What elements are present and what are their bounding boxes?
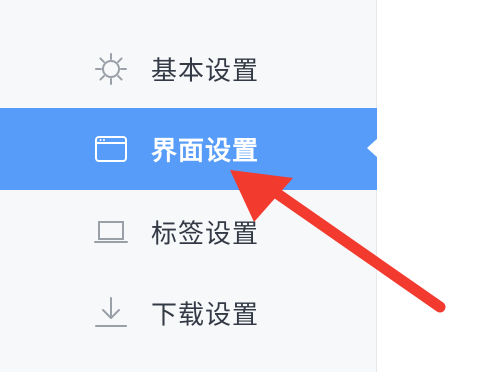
- sidebar-item-label: 下载设置: [151, 300, 260, 331]
- settings-sidebar: 基本设置 界面设置 标签设置 下载设置: [0, 0, 378, 372]
- sidebar-item-basic-settings[interactable]: 基本设置: [0, 28, 377, 110]
- sidebar-item-interface-settings[interactable]: 界面设置: [0, 108, 377, 190]
- gear-icon: [92, 50, 130, 88]
- sidebar-item-tab-settings[interactable]: 标签设置: [0, 191, 377, 273]
- active-item-pointer: [367, 138, 378, 158]
- sidebar-item-label: 基本设置: [151, 56, 260, 87]
- download-icon: [92, 294, 130, 332]
- window-icon: [92, 130, 130, 168]
- sidebar-item-label: 界面设置: [151, 136, 260, 167]
- sidebar-item-download-settings[interactable]: 下载设置: [0, 272, 377, 354]
- laptop-icon: [92, 213, 130, 251]
- sidebar-item-label: 标签设置: [151, 219, 260, 250]
- settings-content-area: [378, 0, 500, 372]
